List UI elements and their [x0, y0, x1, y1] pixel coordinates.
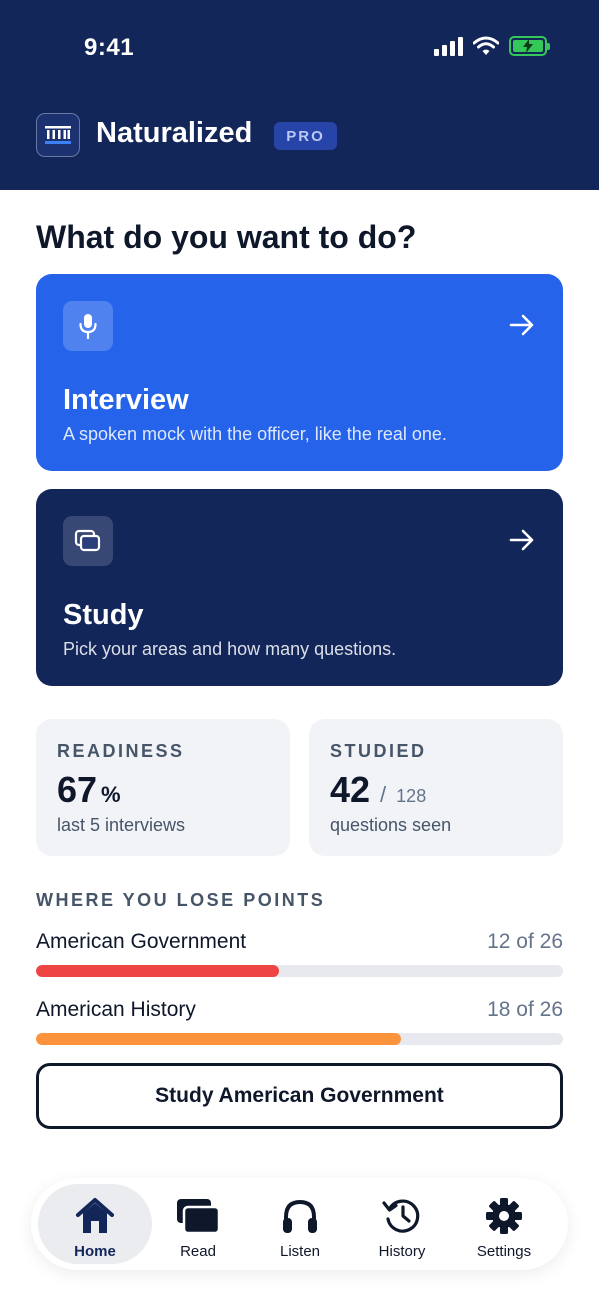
interview-card-subtitle: A spoken mock with the officer, like the…	[63, 424, 447, 444]
study-card[interactable]: Study Pick your areas and how many quest…	[36, 489, 563, 686]
microphone-icon	[79, 314, 97, 340]
cards-icon	[74, 529, 101, 552]
loss-category-name: American Government	[36, 930, 247, 953]
interview-card[interactable]: Interview A spoken mock with the officer…	[36, 274, 563, 471]
studied-caption: questions seen	[330, 815, 452, 835]
readiness-stat-card: READINESS 67 % last 5 interviews	[36, 719, 290, 856]
interview-card-title: Interview	[63, 384, 189, 416]
progress-fill	[36, 1033, 401, 1045]
cellular-signal-icon	[434, 36, 463, 56]
tab-label: Settings	[476, 1243, 532, 1260]
card-icon-box	[63, 301, 113, 351]
studied-stat-card: STUDIED 42 / 128 questions seen	[309, 719, 563, 856]
card-icon-box	[63, 516, 113, 566]
tab-listen[interactable]: Listen	[243, 1184, 357, 1264]
tab-label: Read	[180, 1243, 216, 1260]
studied-total: 128	[396, 786, 427, 806]
arrow-right-icon	[509, 314, 534, 336]
loss-category-score: 12 of 26	[487, 930, 563, 953]
wifi-icon	[473, 36, 499, 55]
tab-label: Home	[74, 1243, 116, 1260]
readiness-unit: %	[101, 782, 121, 807]
arrow-right-icon	[509, 529, 534, 551]
study-card-subtitle: Pick your areas and how many questions.	[63, 639, 397, 659]
tab-history[interactable]: History	[345, 1184, 459, 1264]
tab-label: Listen	[279, 1243, 321, 1260]
tab-label: History	[378, 1243, 426, 1260]
progress-track	[36, 1033, 563, 1045]
tab-home[interactable]: Home	[38, 1184, 152, 1264]
app-logo	[36, 113, 80, 157]
bottom-tab-bar: Home Read Listen History Settings	[31, 1178, 568, 1270]
app-name: Naturalized	[96, 117, 253, 149]
status-time: 9:41	[84, 34, 135, 61]
studied-value: 42	[330, 769, 371, 810]
history-icon	[382, 1199, 420, 1233]
capitol-columns-icon	[45, 126, 71, 144]
battery-charging-icon	[509, 36, 550, 56]
study-american-government-button[interactable]: Study American Government	[36, 1063, 563, 1129]
loss-category-score: 18 of 26	[487, 998, 563, 1021]
study-card-title: Study	[63, 599, 144, 631]
progress-fill	[36, 965, 280, 977]
studied-separator: /	[380, 782, 387, 807]
lose-points-heading: WHERE YOU LOSE POINTS	[36, 890, 326, 910]
headphones-icon	[283, 1199, 317, 1233]
studied-label: STUDIED	[330, 741, 427, 761]
tab-read[interactable]: Read	[141, 1184, 255, 1264]
page-title: What do you want to do?	[36, 219, 417, 255]
progress-track	[36, 965, 563, 977]
pro-badge: PRO	[274, 122, 337, 150]
tab-settings[interactable]: Settings	[447, 1184, 561, 1264]
cards-icon	[177, 1199, 220, 1234]
loss-category-name: American History	[36, 998, 196, 1021]
gear-icon	[486, 1198, 522, 1234]
status-icons	[434, 36, 550, 56]
readiness-label: READINESS	[57, 741, 185, 761]
home-icon	[76, 1198, 114, 1233]
readiness-caption: last 5 interviews	[57, 815, 186, 835]
readiness-value: 67	[57, 769, 98, 810]
app-header: 9:41 Naturalized PRO	[0, 0, 599, 190]
